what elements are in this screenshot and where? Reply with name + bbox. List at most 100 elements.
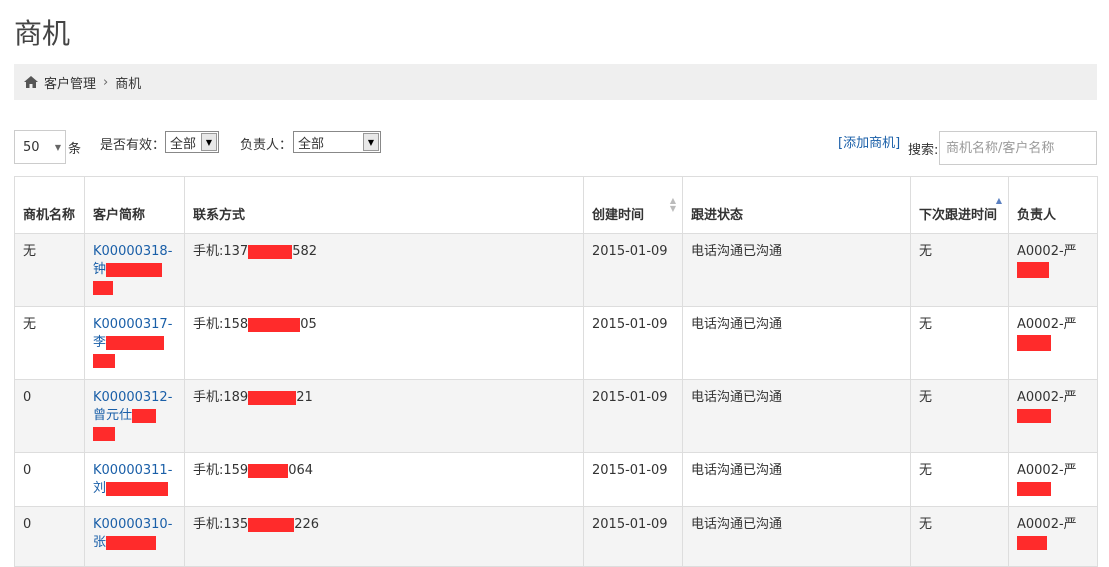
breadcrumb: 客户管理 › 商机	[14, 64, 1097, 100]
phone-suffix: 21	[296, 390, 313, 405]
redaction-mark	[93, 426, 115, 441]
cell-created: 2015-01-09	[583, 452, 683, 507]
redaction-mark	[106, 335, 165, 350]
redaction-mark	[1017, 334, 1051, 351]
dropdown-arrow-icon[interactable]: ▼	[363, 133, 379, 151]
cell-name: 无	[14, 306, 85, 380]
redaction-mark	[248, 244, 293, 259]
cell-created: 2015-01-09	[583, 379, 683, 453]
search-label: 搜索:	[908, 143, 939, 158]
cell-owner: A0002-严	[1008, 306, 1098, 380]
cell-created: 2015-01-09	[583, 306, 683, 380]
column-header-next-followup-label: 下次跟进时间	[919, 208, 998, 223]
owner-value: A0002-严	[1017, 317, 1077, 332]
sort-ascending-icon[interactable]: ▲	[996, 197, 1002, 205]
cell-customer: K00000312-曾元仕	[84, 379, 185, 453]
cell-name: 0	[14, 379, 85, 453]
redaction-mark	[248, 390, 297, 405]
cell-status: 电话沟通已沟通	[682, 452, 911, 507]
owner-filter-select[interactable]: 全部 ▼	[293, 131, 381, 153]
caret-down-icon: ▼	[54, 143, 61, 152]
cell-contact: 手机:137 582	[184, 233, 584, 307]
column-header-created[interactable]: 创建时间 ▲ ▼	[583, 176, 683, 234]
page-title: 商机	[14, 17, 71, 50]
column-header-name[interactable]: 商机名称	[14, 176, 85, 234]
column-header-created-label: 创建时间	[592, 208, 645, 223]
redaction-mark	[93, 280, 113, 295]
phone-prefix: 手机:135	[193, 517, 249, 532]
cell-next-followup: 无	[910, 506, 1009, 567]
owner-value: A0002-严	[1017, 463, 1077, 478]
column-header-contact[interactable]: 联系方式	[184, 176, 584, 234]
valid-filter-value: 全部	[170, 136, 197, 152]
breadcrumb-current: 商机	[115, 76, 142, 92]
phone-suffix: 226	[294, 517, 320, 532]
phone-suffix: 05	[300, 317, 317, 332]
cell-contact: 手机:159 064	[184, 452, 584, 507]
page-length-unit: 条	[68, 142, 82, 157]
column-header-customer[interactable]: 客户简称	[84, 176, 185, 234]
redaction-mark	[248, 463, 289, 478]
cell-status: 电话沟通已沟通	[682, 506, 911, 567]
column-header-owner[interactable]: 负责人	[1008, 176, 1098, 234]
table-toolbar: 50 ▼ 条 是否有效： 全部 ▼ 负责人： 全部 ▼ [添加商机] 搜索:	[14, 128, 1097, 166]
cell-owner: A0002-严	[1008, 233, 1098, 307]
redaction-mark	[248, 317, 301, 332]
cell-customer: K00000310-张	[84, 506, 185, 567]
owner-filter-label: 负责人：	[240, 138, 293, 153]
cell-contact: 手机:135 226	[184, 506, 584, 567]
redaction-mark	[248, 517, 295, 532]
phone-suffix: 064	[288, 463, 314, 478]
breadcrumb-customer-management[interactable]: 客户管理	[44, 73, 96, 92]
table-header-row: 商机名称 客户简称 联系方式 创建时间 ▲ ▼ 跟进状态 下次跟进时间 ▲ 负责人	[14, 176, 1098, 234]
valid-filter-label: 是否有效：	[100, 138, 166, 153]
cell-name: 0	[14, 506, 85, 567]
search-input[interactable]	[939, 131, 1097, 165]
table-row: 0 K00000311-刘 手机:159 064 2015-01-09 电话沟通已…	[14, 452, 1098, 507]
redaction-mark	[1017, 261, 1049, 278]
column-header-next-followup[interactable]: 下次跟进时间 ▲	[910, 176, 1009, 234]
table-row: 0 K00000310-张 手机:135 226 2015-01-09 电话沟通已…	[14, 506, 1098, 567]
cell-created: 2015-01-09	[583, 233, 683, 307]
phone-prefix: 手机:158	[193, 317, 249, 332]
cell-next-followup: 无	[910, 233, 1009, 307]
table-row: 无 K00000317-李 手机:158 05 2015-01-09 电话沟通已沟…	[14, 306, 1098, 380]
page-length-select[interactable]: 50 ▼	[14, 130, 66, 164]
cell-customer: K00000317-李	[84, 306, 185, 380]
cell-status: 电话沟通已沟通	[682, 306, 911, 380]
valid-filter-select[interactable]: 全部 ▼	[165, 131, 219, 153]
owner-filter-value: 全部	[298, 136, 325, 152]
owner-value: A0002-严	[1017, 517, 1077, 532]
redaction-mark	[93, 353, 115, 368]
cell-contact: 手机:189 21	[184, 379, 584, 453]
cell-owner: A0002-严	[1008, 506, 1098, 567]
cell-name: 无	[14, 233, 85, 307]
cell-customer: K00000318-钟	[84, 233, 185, 307]
cell-owner: A0002-严	[1008, 452, 1098, 507]
cell-next-followup: 无	[910, 379, 1009, 453]
column-header-status[interactable]: 跟进状态	[682, 176, 911, 234]
owner-value: A0002-严	[1017, 390, 1077, 405]
sort-both-icon[interactable]: ▲ ▼	[670, 197, 676, 213]
cell-customer: K00000311-刘	[84, 452, 185, 507]
table-row: 无 K00000318-钟 手机:137 582 2015-01-09 电话沟通已…	[14, 233, 1098, 307]
home-icon[interactable]	[24, 76, 38, 88]
redaction-mark	[106, 481, 169, 496]
redaction-mark	[106, 262, 163, 277]
dropdown-arrow-icon[interactable]: ▼	[201, 133, 217, 151]
table-row: 0 K00000312-曾元仕 手机:189 21 2015-01-09 电话沟通…	[14, 379, 1098, 453]
cell-name: 0	[14, 452, 85, 507]
page-length-value: 50	[23, 139, 40, 155]
phone-prefix: 手机:159	[193, 463, 249, 478]
redaction-mark	[132, 408, 157, 423]
cell-next-followup: 无	[910, 306, 1009, 380]
cell-owner: A0002-严	[1008, 379, 1098, 453]
phone-prefix: 手机:189	[193, 390, 249, 405]
redaction-mark	[1017, 481, 1051, 496]
cell-next-followup: 无	[910, 452, 1009, 507]
add-opportunity-link[interactable]: [添加商机]	[838, 132, 900, 151]
redaction-mark	[1017, 408, 1051, 423]
cell-status: 电话沟通已沟通	[682, 379, 911, 453]
redaction-mark	[106, 535, 157, 550]
owner-value: A0002-严	[1017, 244, 1077, 259]
